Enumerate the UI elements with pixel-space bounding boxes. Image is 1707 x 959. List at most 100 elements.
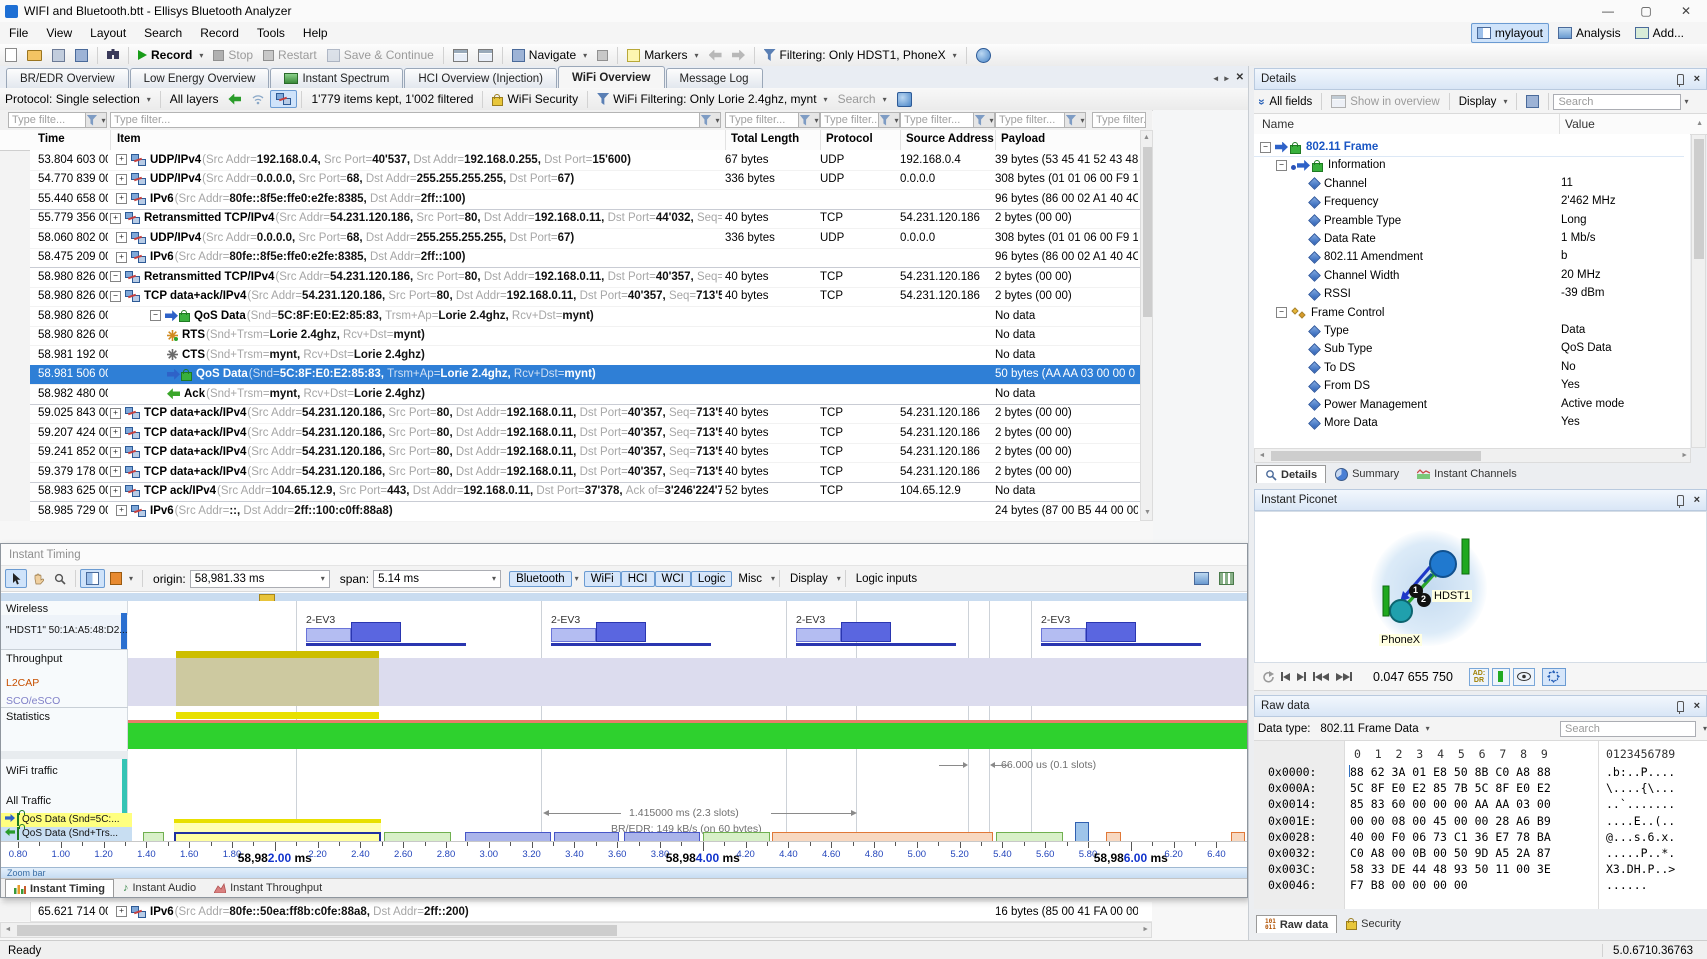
traffic-bar[interactable]: [1106, 832, 1121, 841]
toggle-wci[interactable]: WCI: [655, 571, 691, 587]
table-row[interactable]: 59.241 852 000+TCP data+ack/IPv4(Src Add…: [30, 443, 1140, 464]
payload-scroll-hint[interactable]: ▼: [1128, 905, 1135, 919]
panel-tab-instant-channels[interactable]: Instant Channels: [1408, 465, 1526, 484]
details-hscrollbar[interactable]: ◄ ►: [1254, 448, 1691, 463]
table-row[interactable]: 54.770 839 000+UDP/IPv4(Src Addr=0.0.0.0…: [30, 170, 1140, 191]
traffic-bar[interactable]: [996, 832, 1063, 841]
hex-row-bytes[interactable]: 40 00 F0 06 73 C1 36 E7 78 BA: [1350, 830, 1551, 844]
details-tree-row[interactable]: Sub Type: [1254, 340, 1372, 358]
filter-funnel-button-2[interactable]: ▾: [798, 112, 820, 128]
piconet-pin-icon[interactable]: [1677, 495, 1684, 506]
filter-funnel-button-5[interactable]: ▾: [1064, 112, 1086, 128]
details-tree-row[interactable]: More Data: [1254, 414, 1378, 432]
details-col-value[interactable]: Value: [1565, 117, 1595, 131]
bottom-tab-instant-throughput[interactable]: Instant Throughput: [205, 878, 331, 897]
hex-row-bytes[interactable]: 5C 8F E0 E2 85 7B 5C 8F E0 E2: [1350, 781, 1551, 795]
instant-timing-title[interactable]: Instant Timing: [1, 544, 1247, 566]
markers-dropdown[interactable]: ▾: [695, 51, 699, 60]
details-tree-row[interactable]: −Frame Control: [1254, 304, 1385, 322]
data-type-select[interactable]: 802.11 Frame Data▾: [1315, 721, 1434, 737]
details-tree-row[interactable]: −Information: [1254, 156, 1386, 174]
tree-expander[interactable]: −: [1276, 307, 1287, 318]
save-continue-button[interactable]: Save & Continue: [322, 46, 439, 64]
column-header-payload[interactable]: Payload: [1001, 133, 1045, 145]
export-image-button[interactable]: [1189, 570, 1214, 587]
filter-funnel-button-3[interactable]: ▾: [878, 112, 900, 128]
span-input[interactable]: 5.14 ms▾: [373, 570, 501, 588]
filter-input-6[interactable]: Type filter...: [1092, 112, 1146, 128]
details-copy-button[interactable]: [1521, 93, 1544, 110]
tab-low-energy-overview[interactable]: Low Energy Overview: [130, 68, 270, 88]
table-hscrollbar[interactable]: ◄ ►: [0, 922, 1152, 938]
row-expander[interactable]: +: [116, 505, 127, 516]
table-row[interactable]: 58.980 826 000RTS(Snd+Trsm=Lorie 2.4ghz,…: [30, 326, 1140, 347]
tab-message-log[interactable]: Message Log: [666, 68, 763, 88]
wifi-security-button[interactable]: WiFi Security: [487, 90, 583, 108]
new-file-button[interactable]: [0, 46, 22, 64]
rawdata-close-icon[interactable]: ×: [1694, 701, 1700, 711]
table-row[interactable]: 53.804 603 000+UDP/IPv4(Src Addr=192.168…: [30, 150, 1140, 171]
details-close-icon[interactable]: ×: [1694, 74, 1700, 84]
piconet-canvas[interactable]: 1 2 HDST1 PhoneX: [1254, 511, 1707, 663]
row-expander[interactable]: +: [116, 232, 127, 243]
column-header-total-length[interactable]: Total Length: [731, 133, 799, 145]
toggle-bluetooth[interactable]: Bluetooth: [509, 571, 572, 587]
ev3-bar-dark[interactable]: [841, 622, 891, 642]
menu-record[interactable]: Record: [191, 24, 248, 42]
menu-file[interactable]: File: [0, 24, 37, 42]
markers-button[interactable]: Markers▾: [622, 46, 703, 64]
details-pin-icon[interactable]: [1677, 74, 1684, 85]
hex-row-bytes[interactable]: 88 62 3A 01 E8 50 8B C0 A8 88: [1350, 765, 1551, 779]
panel-tab-summary[interactable]: Summary: [1326, 465, 1408, 484]
hex-row-bytes[interactable]: 00 00 08 00 45 00 00 28 A6 B9: [1350, 814, 1551, 828]
select-tool-button[interactable]: [5, 569, 27, 588]
layout-button-mylayout[interactable]: mylayout: [1471, 23, 1549, 43]
network-layer-button[interactable]: [270, 90, 297, 108]
navigate-button[interactable]: Navigate▾: [507, 46, 592, 64]
track-label-device[interactable]: "HDST1" 50:1A:A5:48:D2...: [6, 625, 128, 636]
row-expander[interactable]: −: [110, 271, 121, 282]
minimize-button[interactable]: —: [1589, 4, 1627, 18]
bluetooth-dropdown[interactable]: ▾: [575, 574, 579, 583]
details-vscrollbar[interactable]: [1691, 134, 1706, 448]
details-tree-row[interactable]: Data Rate: [1254, 230, 1376, 248]
table-row[interactable]: 59.379 178 000+TCP data+ack/IPv4(Src Add…: [30, 462, 1140, 483]
misc-menu[interactable]: Misc: [732, 572, 768, 586]
row-expander[interactable]: −: [110, 291, 121, 302]
tab-hci-overview-injection-[interactable]: HCI Overview (Injection): [404, 68, 557, 88]
table-row[interactable]: 59.025 843 000+TCP data+ack/IPv4(Src Add…: [30, 404, 1140, 425]
traffic-bar[interactable]: [772, 832, 993, 841]
table-row[interactable]: 58.985 729 000+IPv6(Src Addr=::, Dst Add…: [30, 501, 1140, 522]
ev3-bar-dark[interactable]: [1086, 622, 1136, 642]
toggle-wifi[interactable]: WiFi: [584, 571, 621, 587]
details-search-input[interactable]: Search: [1553, 94, 1681, 110]
filter-input-2[interactable]: Type filter...: [725, 112, 805, 128]
details-tree-row[interactable]: Type: [1254, 322, 1349, 340]
row-expander[interactable]: +: [116, 906, 127, 917]
row-expander[interactable]: +: [110, 447, 121, 458]
hex-row-bytes[interactable]: F7 B8 00 00 00 00: [1350, 878, 1468, 892]
traffic-bar[interactable]: [1075, 822, 1089, 841]
filter-funnel-button-0[interactable]: ▾: [85, 112, 107, 128]
traffic-bar[interactable]: [554, 832, 619, 841]
close-button[interactable]: ✕: [1665, 4, 1707, 18]
back-layer-button[interactable]: [223, 92, 246, 107]
all-fields-button[interactable]: All fields: [1264, 94, 1317, 110]
hex-row-bytes[interactable]: C0 A8 00 0B 00 50 9D A5 2A 87: [1350, 846, 1551, 860]
auto-arrange-toggle[interactable]: [1542, 668, 1566, 686]
activity-toggle[interactable]: [1492, 668, 1510, 686]
column-header-time[interactable]: Time: [38, 133, 65, 145]
track-label-statistics[interactable]: Statistics: [6, 711, 50, 723]
timing-zoom-bar[interactable]: Zoom bar: [1, 867, 1247, 878]
protocol-select[interactable]: Protocol: Single selection▾: [0, 90, 156, 108]
table-row[interactable]: 58.475 209 000+IPv6(Src Addr=80fe::8f5e:…: [30, 248, 1140, 269]
export-button[interactable]: [70, 47, 93, 64]
row-expander[interactable]: +: [110, 486, 121, 497]
table-row[interactable]: 58.981 192 000CTS(Snd+Trsm=mynt, Rcv+Dst…: [30, 345, 1140, 366]
maximize-button[interactable]: ▢: [1627, 4, 1665, 18]
tab-br-edr-overview[interactable]: BR/EDR Overview: [6, 68, 129, 88]
details-tree-row[interactable]: RSSI: [1254, 285, 1351, 303]
table-row[interactable]: 55.440 658 000+IPv6(Src Addr=80fe::8f5e:…: [30, 189, 1140, 210]
row-expander[interactable]: +: [110, 213, 121, 224]
details-search-dropdown[interactable]: ▾: [1684, 97, 1688, 106]
